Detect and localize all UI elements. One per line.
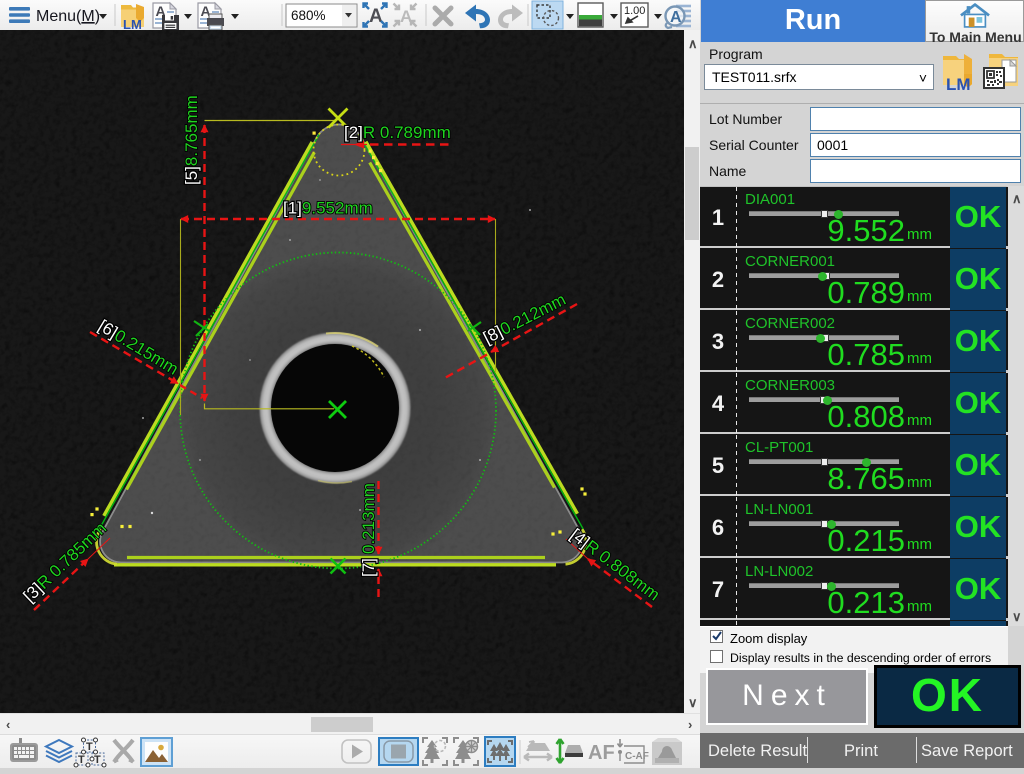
svg-text:AF: AF bbox=[588, 742, 615, 764]
svg-text:T: T bbox=[78, 754, 85, 766]
svg-text:Menu(M): Menu(M) bbox=[36, 8, 100, 25]
svg-text:A: A bbox=[670, 9, 682, 26]
svg-text:LM: LM bbox=[123, 17, 142, 30]
svg-text:T: T bbox=[86, 741, 93, 753]
svg-text:1.00: 1.00 bbox=[624, 5, 645, 17]
svg-text:0.213mm: 0.213mm bbox=[359, 483, 378, 554]
svg-text:[7]: [7] bbox=[359, 558, 378, 577]
svg-text:[1]9.552mm: [1]9.552mm bbox=[283, 199, 373, 218]
svg-text:LM: LM bbox=[946, 75, 971, 91]
svg-text:T: T bbox=[94, 754, 101, 766]
svg-text:[2]R 0.789mm: [2]R 0.789mm bbox=[344, 123, 451, 142]
svg-text:C-AF: C-AF bbox=[625, 751, 649, 762]
svg-text:A: A bbox=[369, 6, 383, 27]
svg-text:680%: 680% bbox=[291, 8, 326, 23]
svg-text:[5]8.765mm: [5]8.765mm bbox=[182, 95, 201, 185]
